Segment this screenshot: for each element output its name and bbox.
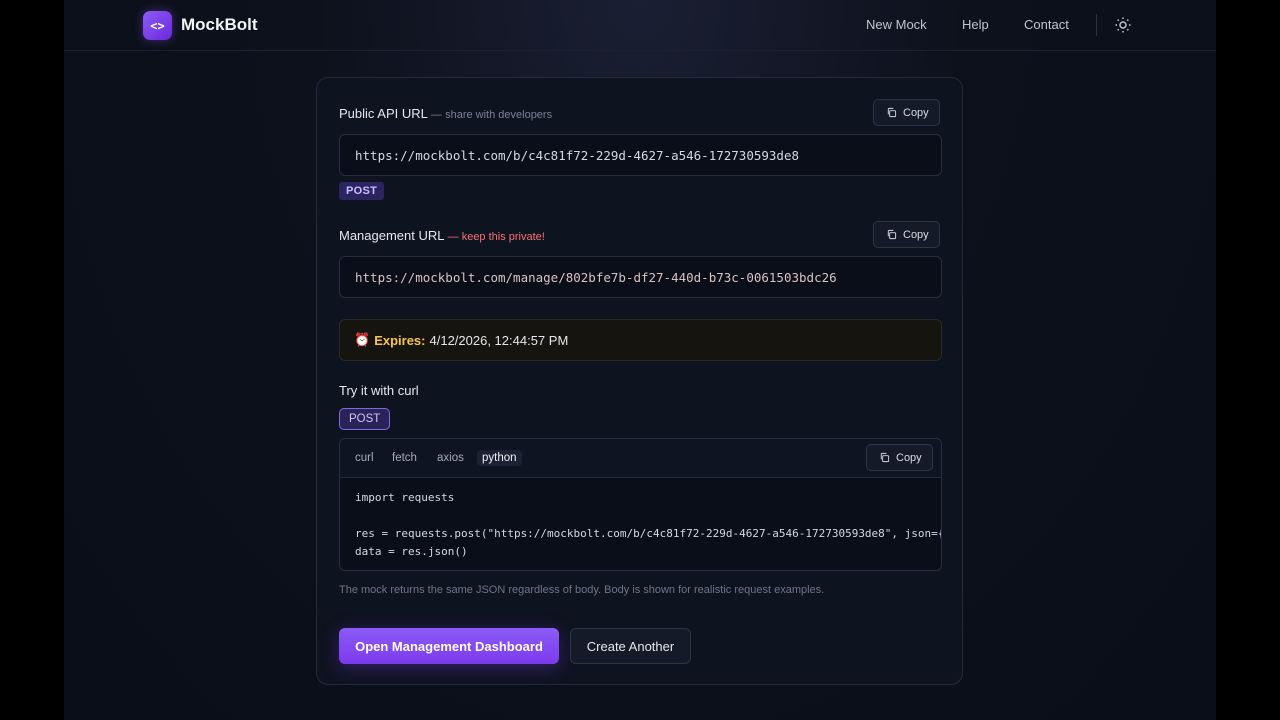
- tab-curl[interactable]: curl: [350, 450, 379, 466]
- copy-icon: [887, 229, 897, 240]
- copy-label: Copy: [896, 451, 922, 464]
- expires-value: 4/12/2026, 12:44:57 PM: [429, 332, 569, 348]
- method-badge: POST: [339, 182, 385, 200]
- copy-icon: [887, 107, 897, 118]
- expires-label: Expires:: [374, 332, 426, 348]
- try-it-title: Try it with curl: [339, 383, 419, 398]
- public-url-hint: — share with developers: [431, 109, 553, 121]
- tab-python[interactable]: python: [477, 450, 522, 466]
- code-tabs-bar: curl fetch axios python Copy: [340, 439, 941, 478]
- copy-label: Copy: [903, 228, 929, 241]
- tab-fetch[interactable]: fetch: [387, 450, 422, 466]
- try-method-badge: POST: [339, 408, 391, 430]
- management-url-label-row: Management URL — keep this private!: [339, 228, 545, 243]
- open-management-dashboard-button[interactable]: Open Management Dashboard: [339, 628, 559, 664]
- copy-public-url-button[interactable]: Copy: [873, 99, 940, 126]
- footnote: The mock returns the same JSON regardles…: [339, 584, 825, 596]
- code-snippet[interactable]: import requests res = requests.post("htt…: [355, 489, 941, 561]
- result-card: Public API URL — share with developers C…: [316, 77, 963, 685]
- nav-divider: [1096, 14, 1097, 36]
- copy-label: Copy: [903, 106, 929, 119]
- nav-new-mock[interactable]: New Mock: [866, 17, 927, 32]
- tab-axios[interactable]: axios: [432, 450, 469, 466]
- copy-icon: [880, 452, 890, 463]
- copy-code-button[interactable]: Copy: [866, 444, 933, 471]
- app-window: <> MockBolt New Mock Help Contact Public…: [64, 0, 1216, 720]
- management-url-warning: — keep this private!: [447, 231, 545, 243]
- expires-banner: ⏰ Expires: 4/12/2026, 12:44:57 PM: [339, 319, 942, 361]
- create-another-button[interactable]: Create Another: [570, 628, 691, 664]
- public-url-label-row: Public API URL — share with developers: [339, 106, 552, 121]
- top-nav-bar: <> MockBolt New Mock Help Contact: [64, 0, 1216, 51]
- copy-management-url-button[interactable]: Copy: [873, 221, 940, 248]
- public-url-field[interactable]: https://mockbolt.com/b/c4c81f72-229d-462…: [339, 134, 942, 176]
- management-url-label: Management URL: [339, 228, 445, 243]
- management-url-field[interactable]: https://mockbolt.com/manage/802bfe7b-df2…: [339, 256, 942, 298]
- nav-help[interactable]: Help: [962, 17, 989, 32]
- nav-contact[interactable]: Contact: [1024, 17, 1069, 32]
- code-snippet-panel: curl fetch axios python Copy import requ…: [339, 438, 942, 571]
- sun-icon[interactable]: [1114, 16, 1132, 34]
- code-brackets-icon[interactable]: <>: [143, 11, 172, 40]
- public-url-label: Public API URL: [339, 106, 428, 121]
- alarm-clock-icon: ⏰: [354, 332, 371, 347]
- brand-name[interactable]: MockBolt: [181, 15, 258, 35]
